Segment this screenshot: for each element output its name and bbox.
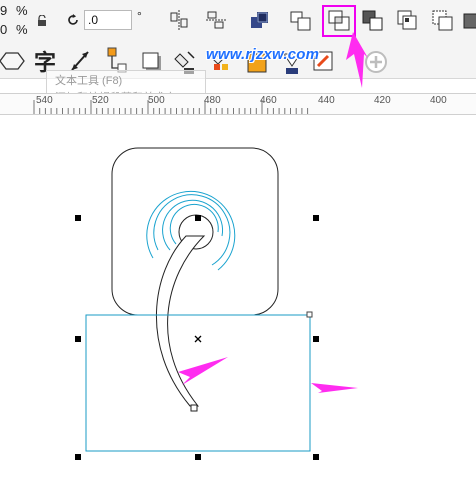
scale-x-percent: % [16,3,28,18]
lock-ratio-icon[interactable] [37,15,47,27]
back-minus-front-button[interactable] [430,8,456,34]
scale-y-percent: % [16,22,28,37]
ruler-label: 540 [36,95,53,106]
scale-y-partial: 0 [0,22,8,37]
ruler-ticks [33,100,309,114]
ruler-label: 500 [148,95,165,106]
rotate-icon [66,13,80,27]
rotation-angle-input[interactable]: .0 [84,10,132,30]
rectangle-shape[interactable] [85,314,311,452]
ruler-label: 480 [204,95,221,106]
property-bar: 9 0 % % .0 ° [0,0,476,42]
horizontal-ruler[interactable]: 540 520 500 480 460 440 420 400 [0,93,476,115]
ruler-label: 440 [318,95,335,106]
create-boundary-button[interactable] [462,8,476,34]
mirror-horizontal-button[interactable] [168,9,190,31]
mirror-vertical-button[interactable] [205,9,227,31]
front-minus-back-button[interactable] [395,8,421,34]
node-handle[interactable] [190,404,198,412]
arrow-to-intersect-button [346,32,368,88]
weld-button[interactable] [248,9,272,33]
ruler-label: 400 [430,95,447,106]
selection-center-marker [194,335,202,343]
ruler-label: 520 [92,95,109,106]
tooltip-title: 文本工具 (F8) [55,75,123,87]
ruler-label: 420 [374,95,391,106]
polygon-tool-icon[interactable] [0,50,26,72]
trim-button[interactable] [288,8,314,34]
ruler-label: 460 [260,95,277,106]
rectangle-corner-node[interactable] [306,311,313,318]
scale-x-partial: 9 [0,3,8,18]
degree-symbol: ° [137,9,142,23]
arrow-to-stem [178,357,228,385]
watermark-text: www.rjzxw.com [206,46,320,63]
arrow-to-rectangle [311,383,358,393]
drawing-canvas[interactable] [0,114,476,496]
